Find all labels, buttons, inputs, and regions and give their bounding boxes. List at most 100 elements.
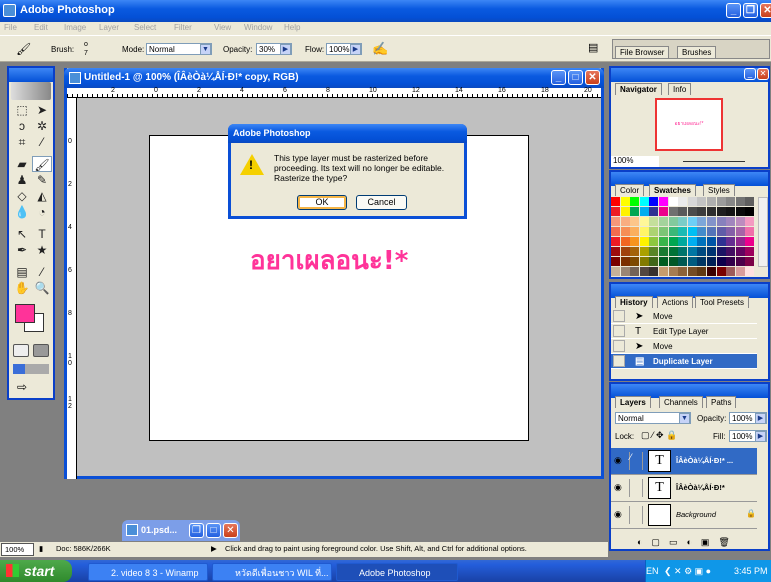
color-swatch[interactable] <box>649 257 659 266</box>
color-swatch[interactable] <box>745 237 755 246</box>
color-swatch[interactable] <box>716 267 726 276</box>
color-swatch[interactable] <box>697 257 707 266</box>
brush-preset-picker[interactable]: o7 <box>84 40 88 58</box>
tab-history[interactable]: History <box>615 296 653 308</box>
color-swatch[interactable] <box>706 257 716 266</box>
layer-opacity-input[interactable]: 100% ▶ <box>729 412 767 424</box>
color-swatch[interactable] <box>649 217 659 226</box>
color-swatch[interactable] <box>668 217 678 226</box>
color-swatch[interactable] <box>745 267 755 276</box>
menu-view[interactable]: View <box>214 22 231 34</box>
marquee-icon[interactable]: ⬚ <box>12 102 32 118</box>
color-swatch[interactable] <box>630 257 640 266</box>
mode-select[interactable]: Normal ▼ <box>146 43 212 55</box>
color-swatch[interactable] <box>620 207 630 216</box>
color-swatch[interactable] <box>620 217 630 226</box>
navigator-zoom-field[interactable]: 100% <box>611 156 659 167</box>
tab-tool-presets[interactable]: Tool Presets <box>695 296 750 308</box>
color-swatch[interactable] <box>716 197 726 206</box>
color-swatch[interactable] <box>639 227 649 236</box>
palette-options-icon[interactable]: ▤ <box>588 41 598 54</box>
color-swatch[interactable] <box>611 217 620 226</box>
magic-wand-icon[interactable]: ✲ <box>32 118 52 134</box>
doc-minimize-button[interactable]: _ <box>551 70 566 85</box>
brush-link-icon[interactable]: ⁄ <box>629 452 643 470</box>
color-swatch[interactable] <box>639 197 649 206</box>
snapshot-source-box[interactable] <box>613 325 625 337</box>
tab-navigator[interactable]: Navigator <box>615 83 662 95</box>
close-button[interactable]: ✕ <box>223 523 238 538</box>
color-swatch[interactable] <box>639 217 649 226</box>
blend-mode-select[interactable]: Normal ▼ <box>615 412 691 424</box>
taskbar-item-browser[interactable]: หวัดดีเพื่อนชาว WIL ที่... <box>212 563 332 581</box>
color-swatch[interactable] <box>687 257 697 266</box>
color-swatch[interactable] <box>668 197 678 206</box>
color-swatch[interactable] <box>639 267 649 276</box>
color-swatch[interactable] <box>716 227 726 236</box>
color-swatch[interactable] <box>678 267 688 276</box>
menu-layer[interactable]: Layer <box>99 22 119 34</box>
color-swatch[interactable] <box>735 237 745 246</box>
tab-file-browser[interactable]: File Browser <box>615 46 670 58</box>
color-swatch[interactable] <box>716 247 726 256</box>
tab-channels[interactable]: Channels <box>659 396 703 408</box>
layer-row[interactable]: ◉ ⁄ T ÎÂèÒà¼ÅÍ·Ð!* ... <box>611 448 757 475</box>
color-swatch[interactable] <box>620 227 630 236</box>
minimized-document[interactable]: 01.psd... ❐ □ ✕ <box>122 520 240 541</box>
adobe-online-icon[interactable] <box>11 82 51 100</box>
color-swatch[interactable] <box>697 197 707 206</box>
language-indicator[interactable]: EN <box>646 560 659 582</box>
brush-tool-icon[interactable]: 🖌 <box>16 42 31 56</box>
hand-icon[interactable]: ✋ <box>12 280 32 296</box>
color-swatch[interactable] <box>649 267 659 276</box>
swatches-scrollbar[interactable] <box>758 197 768 267</box>
color-swatch[interactable] <box>649 207 659 216</box>
path-select-icon[interactable]: ↖ <box>12 226 32 242</box>
brush-icon[interactable]: 🖌 <box>32 156 52 172</box>
eraser-icon[interactable]: ◇ <box>12 188 32 204</box>
tray-icons[interactable]: ❮ ✕ ⚙ ▣ ● <box>664 560 711 582</box>
color-swatch[interactable] <box>697 267 707 276</box>
healing-brush-icon[interactable]: ▰ <box>12 156 32 172</box>
paint-bucket-icon[interactable]: ◭ <box>32 188 52 204</box>
color-swatch[interactable] <box>706 247 716 256</box>
color-swatch[interactable] <box>639 247 649 256</box>
link-box[interactable] <box>629 506 643 524</box>
color-swatch[interactable] <box>678 247 688 256</box>
tab-swatches[interactable]: Swatches <box>649 184 696 196</box>
layer-row[interactable]: ◉ Background 🔒 <box>611 502 757 529</box>
color-swatch[interactable] <box>658 257 668 266</box>
color-swatch[interactable] <box>716 257 726 266</box>
slice-icon[interactable]: ⁄ <box>32 134 52 150</box>
tab-brushes[interactable]: Brushes <box>677 46 717 58</box>
color-swatch[interactable] <box>745 207 755 216</box>
color-swatch[interactable] <box>735 227 745 236</box>
color-swatch[interactable] <box>658 207 668 216</box>
color-swatch[interactable] <box>658 267 668 276</box>
color-swatch[interactable] <box>668 257 678 266</box>
tab-color[interactable]: Color <box>615 184 645 196</box>
layer-row[interactable]: ◉ T ÎÂèÒà¼ÅÍ·Ð!* <box>611 475 757 502</box>
ok-button[interactable]: OK <box>297 195 347 210</box>
color-swatch[interactable] <box>611 197 620 206</box>
color-swatch[interactable] <box>697 247 707 256</box>
link-box[interactable] <box>629 479 643 497</box>
color-swatch[interactable] <box>706 227 716 236</box>
history-item[interactable]: ▤ Duplicate Layer <box>611 354 757 369</box>
color-swatch[interactable] <box>687 227 697 236</box>
color-swatch[interactable] <box>726 207 736 216</box>
menu-file[interactable]: File <box>4 22 17 34</box>
eye-icon[interactable]: ◉ <box>614 455 622 466</box>
color-swatch[interactable] <box>735 247 745 256</box>
crop-icon[interactable]: ⌗ <box>12 134 32 150</box>
foreground-color-swatch[interactable] <box>15 304 35 323</box>
tab-actions[interactable]: Actions <box>657 296 694 308</box>
jump-to-imageready-icon[interactable]: ⇨ <box>17 380 27 394</box>
color-swatch[interactable] <box>630 247 640 256</box>
color-swatch[interactable] <box>678 227 688 236</box>
color-swatch[interactable] <box>706 267 716 276</box>
snapshot-source-box[interactable] <box>613 355 625 367</box>
doc-info-icon[interactable]: ▮ <box>39 542 43 556</box>
color-swatch[interactable] <box>630 237 640 246</box>
tab-styles[interactable]: Styles <box>703 184 735 196</box>
